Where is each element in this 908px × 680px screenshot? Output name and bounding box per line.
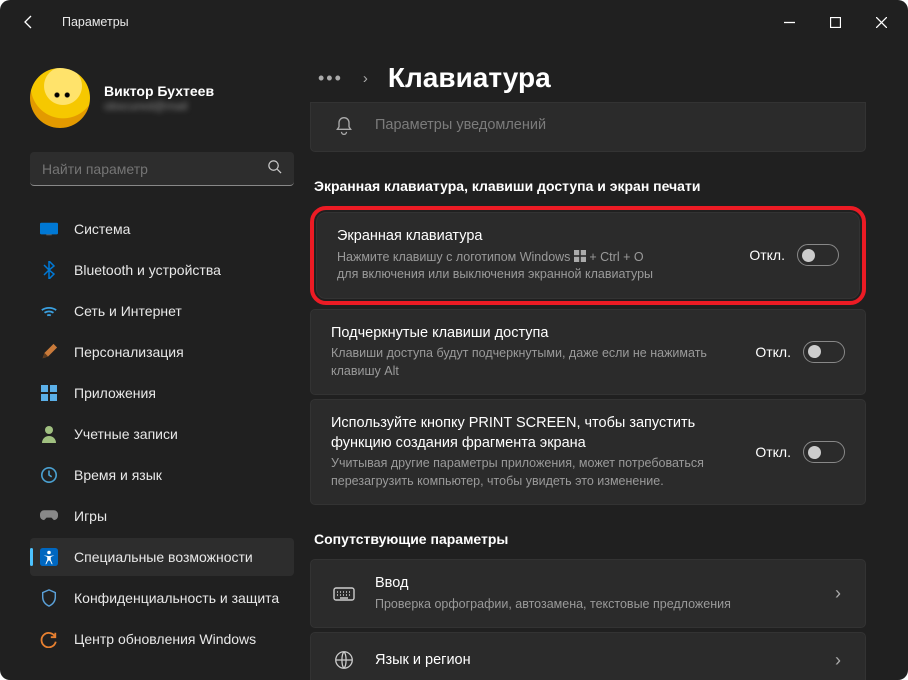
gaming-icon (40, 507, 58, 525)
time-icon (40, 466, 58, 484)
sidebar-item-label: Сеть и Интернет (74, 303, 182, 319)
avatar (30, 68, 90, 128)
sidebar-item-label: Игры (74, 508, 107, 524)
card-desc: Проверка орфографии, автозамена, текстов… (375, 596, 813, 614)
bell-icon (331, 113, 357, 139)
card-desc: Нажмите клавишу с логотипом Windows + Ct… (337, 249, 731, 284)
chevron-right-icon: › (831, 650, 845, 671)
keyboard-icon (331, 581, 357, 607)
accessibility-icon (40, 548, 58, 566)
search-icon (267, 159, 282, 179)
sidebar-item-label: Персонализация (74, 344, 184, 360)
card-title: Параметры уведомлений (375, 116, 845, 136)
nav-list: Система Bluetooth и устройства Сеть и Инте… (30, 210, 294, 658)
card-title: Экранная клавиатура (337, 227, 731, 247)
sidebar-item-label: Конфиденциальность и защита (74, 590, 279, 606)
card-title: Ввод (375, 574, 813, 594)
sidebar-item-system[interactable]: Система (30, 210, 294, 248)
sidebar-item-accessibility[interactable]: Специальные возможности (30, 538, 294, 576)
toggle-switch[interactable] (797, 244, 839, 266)
sidebar-item-network[interactable]: Сеть и Интернет (30, 292, 294, 330)
network-icon (40, 302, 58, 320)
sidebar-item-label: Специальные возможности (74, 549, 253, 565)
sidebar-item-privacy[interactable]: Конфиденциальность и защита (30, 579, 294, 617)
card-title: Используйте кнопку PRINT SCREEN, чтобы з… (331, 414, 737, 453)
card-desc: Клавиши доступа будут подчеркнутыми, даж… (331, 345, 737, 380)
chevron-right-icon: › (831, 583, 845, 604)
profile-block[interactable]: Виктор Бухтеев obscured@mail (30, 68, 294, 128)
toggle-switch[interactable] (803, 341, 845, 363)
accounts-icon (40, 425, 58, 443)
system-icon (40, 220, 58, 238)
apps-icon (40, 384, 58, 402)
card-title: Язык и регион (375, 651, 813, 671)
chevron-right-icon: › (363, 70, 368, 87)
update-icon (40, 630, 58, 648)
sidebar-item-apps[interactable]: Приложения (30, 374, 294, 412)
sidebar-item-label: Учетные записи (74, 426, 178, 442)
globe-icon (331, 647, 357, 673)
window-title: Параметры (62, 15, 129, 29)
main-content: ••• › Клавиатура Параметры уведомлений Э… (310, 44, 908, 680)
language-region-link-card[interactable]: Язык и регион › (310, 632, 866, 680)
maximize-button[interactable] (812, 6, 858, 38)
card-desc: Учитывая другие параметры приложения, мо… (331, 455, 737, 490)
profile-name: Виктор Бухтеев (104, 83, 214, 99)
windows-logo-icon (574, 250, 586, 262)
toggle-switch[interactable] (803, 441, 845, 463)
privacy-icon (40, 589, 58, 607)
section-heading: Экранная клавиатура, клавиши доступа и э… (314, 178, 866, 194)
underlined-access-keys-card[interactable]: Подчеркнутые клавиши доступа Клавиши дос… (310, 309, 866, 396)
page-title: Клавиатура (388, 62, 551, 94)
notification-params-card[interactable]: Параметры уведомлений (310, 102, 866, 152)
sidebar-item-accounts[interactable]: Учетные записи (30, 415, 294, 453)
titlebar: Параметры (0, 0, 908, 44)
toggle-state-label: Откл. (755, 444, 791, 460)
breadcrumb-ellipsis[interactable]: ••• (318, 68, 343, 89)
sidebar-item-label: Приложения (74, 385, 156, 401)
card-title: Подчеркнутые клавиши доступа (331, 324, 737, 344)
printscreen-snip-card[interactable]: Используйте кнопку PRINT SCREEN, чтобы з… (310, 399, 866, 505)
sidebar-item-label: Время и язык (74, 467, 162, 483)
sidebar-item-gaming[interactable]: Игры (30, 497, 294, 535)
sidebar: Виктор Бухтеев obscured@mail Система Blue… (0, 44, 310, 680)
section-heading: Сопутствующие параметры (314, 531, 866, 547)
sidebar-item-label: Bluetooth и устройства (74, 262, 221, 278)
sidebar-item-time[interactable]: Время и язык (30, 456, 294, 494)
toggle-state-label: Откл. (755, 344, 791, 360)
sidebar-item-label: Центр обновления Windows (74, 631, 256, 647)
sidebar-item-label: Система (74, 221, 130, 237)
highlighted-card-frame: Экранная клавиатура Нажмите клавишу с ло… (310, 206, 866, 305)
sidebar-item-personalization[interactable]: Персонализация (30, 333, 294, 371)
minimize-button[interactable] (766, 6, 812, 38)
personalization-icon (40, 343, 58, 361)
back-button[interactable] (14, 7, 44, 37)
osk-toggle-card[interactable]: Экранная клавиатура Нажмите клавишу с ло… (316, 212, 860, 299)
sidebar-item-bluetooth[interactable]: Bluetooth и устройства (30, 251, 294, 289)
search-box[interactable] (30, 152, 294, 186)
toggle-state-label: Откл. (749, 247, 785, 263)
typing-link-card[interactable]: Ввод Проверка орфографии, автозамена, те… (310, 559, 866, 628)
bluetooth-icon (40, 261, 58, 279)
close-button[interactable] (858, 6, 904, 38)
profile-email: obscured@mail (104, 99, 214, 113)
search-input[interactable] (30, 152, 294, 186)
sidebar-item-update[interactable]: Центр обновления Windows (30, 620, 294, 658)
